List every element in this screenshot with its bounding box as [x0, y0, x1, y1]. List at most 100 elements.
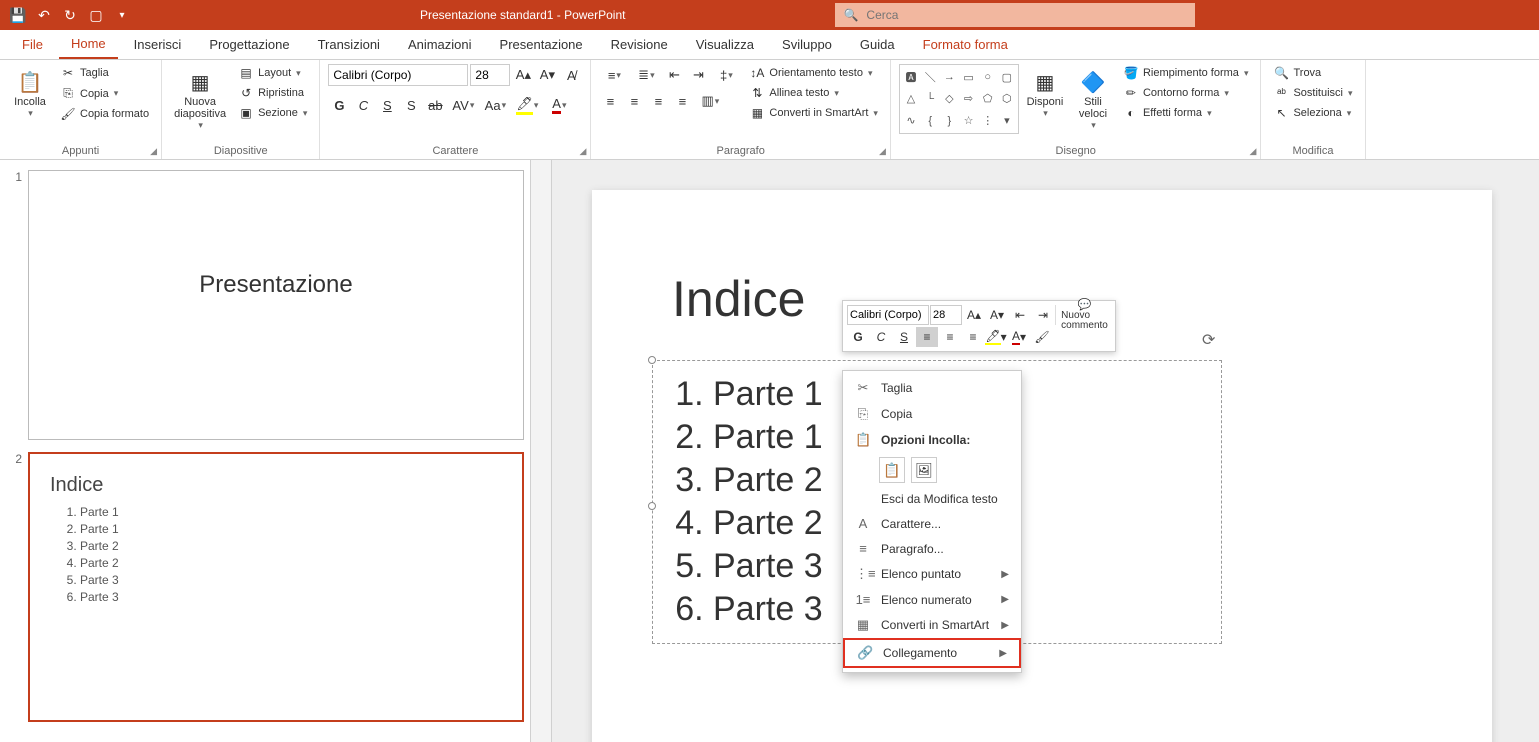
- mini-increase-font-icon[interactable]: A▴: [963, 305, 985, 325]
- redo-icon[interactable]: ↻: [58, 3, 82, 27]
- convert-smartart-button[interactable]: ▦Converti in SmartArt▾: [745, 104, 882, 122]
- mini-size-select[interactable]: [930, 305, 962, 325]
- tab-home[interactable]: Home: [59, 30, 118, 59]
- paste-keep-source-icon[interactable]: 📋: [879, 457, 905, 483]
- selection-handle[interactable]: [648, 502, 656, 510]
- bullets-button[interactable]: ≡▾: [599, 64, 629, 86]
- underline-button[interactable]: S: [376, 94, 398, 116]
- decrease-indent-button[interactable]: ⇤: [663, 64, 685, 86]
- rotate-handle-icon[interactable]: ⟳: [1202, 330, 1215, 350]
- decrease-font-icon[interactable]: A▾: [536, 64, 558, 86]
- align-center-button[interactable]: ≡: [623, 90, 645, 112]
- shape-brace-l-icon[interactable]: {: [921, 110, 939, 131]
- char-spacing-button[interactable]: AV▾: [448, 94, 478, 116]
- reset-button[interactable]: ↺Ripristina: [234, 84, 311, 102]
- font-color-button[interactable]: A▾: [544, 94, 574, 116]
- slide-title-text[interactable]: Indice: [672, 270, 805, 328]
- save-icon[interactable]: 💾: [6, 3, 30, 27]
- tab-transizioni[interactable]: Transizioni: [306, 31, 392, 58]
- mini-underline-button[interactable]: S: [893, 327, 915, 347]
- increase-indent-button[interactable]: ⇥: [687, 64, 709, 86]
- search-input[interactable]: [866, 8, 1187, 22]
- tab-animazioni[interactable]: Animazioni: [396, 31, 484, 58]
- mini-align-right-button[interactable]: ≡: [962, 327, 984, 347]
- text-direction-button[interactable]: ↕AOrientamento testo▾: [745, 64, 882, 82]
- strikethrough-button[interactable]: ab: [424, 94, 446, 116]
- shape-brace-r-icon[interactable]: }: [940, 110, 958, 131]
- shadow-button[interactable]: S: [400, 94, 422, 116]
- shape-fill-button[interactable]: 🪣Riempimento forma▾: [1119, 64, 1253, 82]
- shape-oval-icon[interactable]: ○: [979, 67, 997, 88]
- selection-handle[interactable]: [648, 356, 656, 364]
- shape-pentagon-icon[interactable]: ⬠: [979, 89, 997, 110]
- section-button[interactable]: ▣Sezione▾: [234, 104, 311, 122]
- clear-format-icon[interactable]: A̸: [560, 64, 582, 86]
- justify-button[interactable]: ≡: [671, 90, 693, 112]
- ctx-bullets[interactable]: ⋮≡Elenco puntato▶: [843, 561, 1021, 587]
- shape-rect-icon[interactable]: ▭: [959, 67, 977, 88]
- tab-guida[interactable]: Guida: [848, 31, 907, 58]
- slide-editor[interactable]: Indice ⟳ Parte 1 Parte 1 Parte 2 Parte 2…: [552, 160, 1539, 742]
- tab-revisione[interactable]: Revisione: [599, 31, 680, 58]
- thumbnail-2[interactable]: 2 Indice Parte 1 Parte 1 Parte 2 Parte 2…: [6, 452, 524, 722]
- shape-roundrect-icon[interactable]: ▢: [998, 67, 1016, 88]
- font-family-select[interactable]: [328, 64, 468, 86]
- dialog-launcher-icon[interactable]: ◢: [150, 146, 157, 157]
- shape-more-icon[interactable]: ⋮: [979, 110, 997, 131]
- paste-picture-icon[interactable]: 🖼: [911, 457, 937, 483]
- italic-button[interactable]: C: [352, 94, 374, 116]
- ctx-font[interactable]: ACarattere...: [843, 511, 1021, 536]
- ctx-smartart[interactable]: ▦Converti in SmartArt▶: [843, 612, 1021, 638]
- ctx-numbering[interactable]: 1≡Elenco numerato▶: [843, 587, 1021, 612]
- align-left-button[interactable]: ≡: [599, 90, 621, 112]
- quick-styles-button[interactable]: 🔷 Stili veloci▾: [1071, 64, 1115, 135]
- dialog-launcher-icon[interactable]: ◢: [1250, 146, 1257, 157]
- slide-thumbnails-panel[interactable]: 1 Presentazione 2 Indice Parte 1 Parte 1…: [0, 160, 530, 742]
- arrange-button[interactable]: ▦ Disponi▾: [1023, 64, 1067, 123]
- search-box[interactable]: 🔍: [835, 3, 1195, 27]
- selected-text[interactable]: Parte 1: [713, 375, 823, 413]
- ctx-copy[interactable]: ⎘Copia: [843, 401, 1021, 427]
- shape-outline-button[interactable]: ✏Contorno forma▾: [1119, 84, 1253, 102]
- shape-lconnector-icon[interactable]: └: [921, 89, 939, 110]
- ctx-paragraph[interactable]: ≡Paragrafo...: [843, 536, 1021, 561]
- mini-decrease-font-icon[interactable]: A▾: [986, 305, 1008, 325]
- select-button[interactable]: ↖Seleziona▾: [1269, 104, 1356, 122]
- shape-arrow-icon[interactable]: →: [940, 67, 958, 88]
- mini-align-center-button[interactable]: ≡: [939, 327, 961, 347]
- thumbnail-1[interactable]: 1 Presentazione: [6, 170, 524, 440]
- format-painter-button[interactable]: 🖌Copia formato: [56, 105, 153, 123]
- mini-bold-button[interactable]: G: [847, 327, 869, 347]
- shape-star-icon[interactable]: ☆: [959, 110, 977, 131]
- new-slide-button[interactable]: ▦ Nuova diapositiva ▾: [170, 64, 230, 135]
- mini-format-painter-button[interactable]: 🖌: [1031, 327, 1053, 347]
- ctx-cut[interactable]: ✂Taglia: [843, 375, 1021, 401]
- tab-visualizza[interactable]: Visualizza: [684, 31, 766, 58]
- mini-new-comment-button[interactable]: 💬 Nuovo commento: [1055, 305, 1111, 325]
- mini-font-color-button[interactable]: A▾: [1008, 327, 1030, 347]
- slideshow-icon[interactable]: ▢: [84, 3, 108, 27]
- mini-font-select[interactable]: [847, 305, 929, 325]
- shape-hexagon-icon[interactable]: ⬡: [998, 89, 1016, 110]
- find-button[interactable]: 🔍Trova: [1269, 64, 1356, 82]
- shape-textbox-icon[interactable]: 🅰: [902, 67, 920, 88]
- tab-progettazione[interactable]: Progettazione: [197, 31, 301, 58]
- qat-more-icon[interactable]: ▾: [110, 3, 134, 27]
- replace-button[interactable]: ᵃᵇSostituisci▾: [1269, 84, 1356, 102]
- bold-button[interactable]: G: [328, 94, 350, 116]
- undo-icon[interactable]: ↶: [32, 3, 56, 27]
- shape-line-icon[interactable]: ＼: [921, 67, 939, 88]
- tab-formato-forma[interactable]: Formato forma: [911, 31, 1020, 58]
- tab-presentazione[interactable]: Presentazione: [488, 31, 595, 58]
- slide-canvas[interactable]: Indice ⟳ Parte 1 Parte 1 Parte 2 Parte 2…: [592, 190, 1492, 742]
- ctx-exit-edit-text[interactable]: Esci da Modifica testo: [843, 487, 1021, 511]
- line-spacing-button[interactable]: ‡▾: [711, 64, 741, 86]
- dialog-launcher-icon[interactable]: ◢: [879, 146, 886, 157]
- dialog-launcher-icon[interactable]: ◢: [579, 146, 586, 157]
- mini-indent-left-icon[interactable]: ⇤: [1009, 305, 1031, 325]
- change-case-button[interactable]: Aa▾: [480, 94, 510, 116]
- align-text-button[interactable]: ⇅Allinea testo▾: [745, 84, 882, 102]
- shape-effects-button[interactable]: ◐Effetti forma▾: [1119, 104, 1253, 122]
- mini-indent-right-icon[interactable]: ⇥: [1032, 305, 1054, 325]
- align-right-button[interactable]: ≡: [647, 90, 669, 112]
